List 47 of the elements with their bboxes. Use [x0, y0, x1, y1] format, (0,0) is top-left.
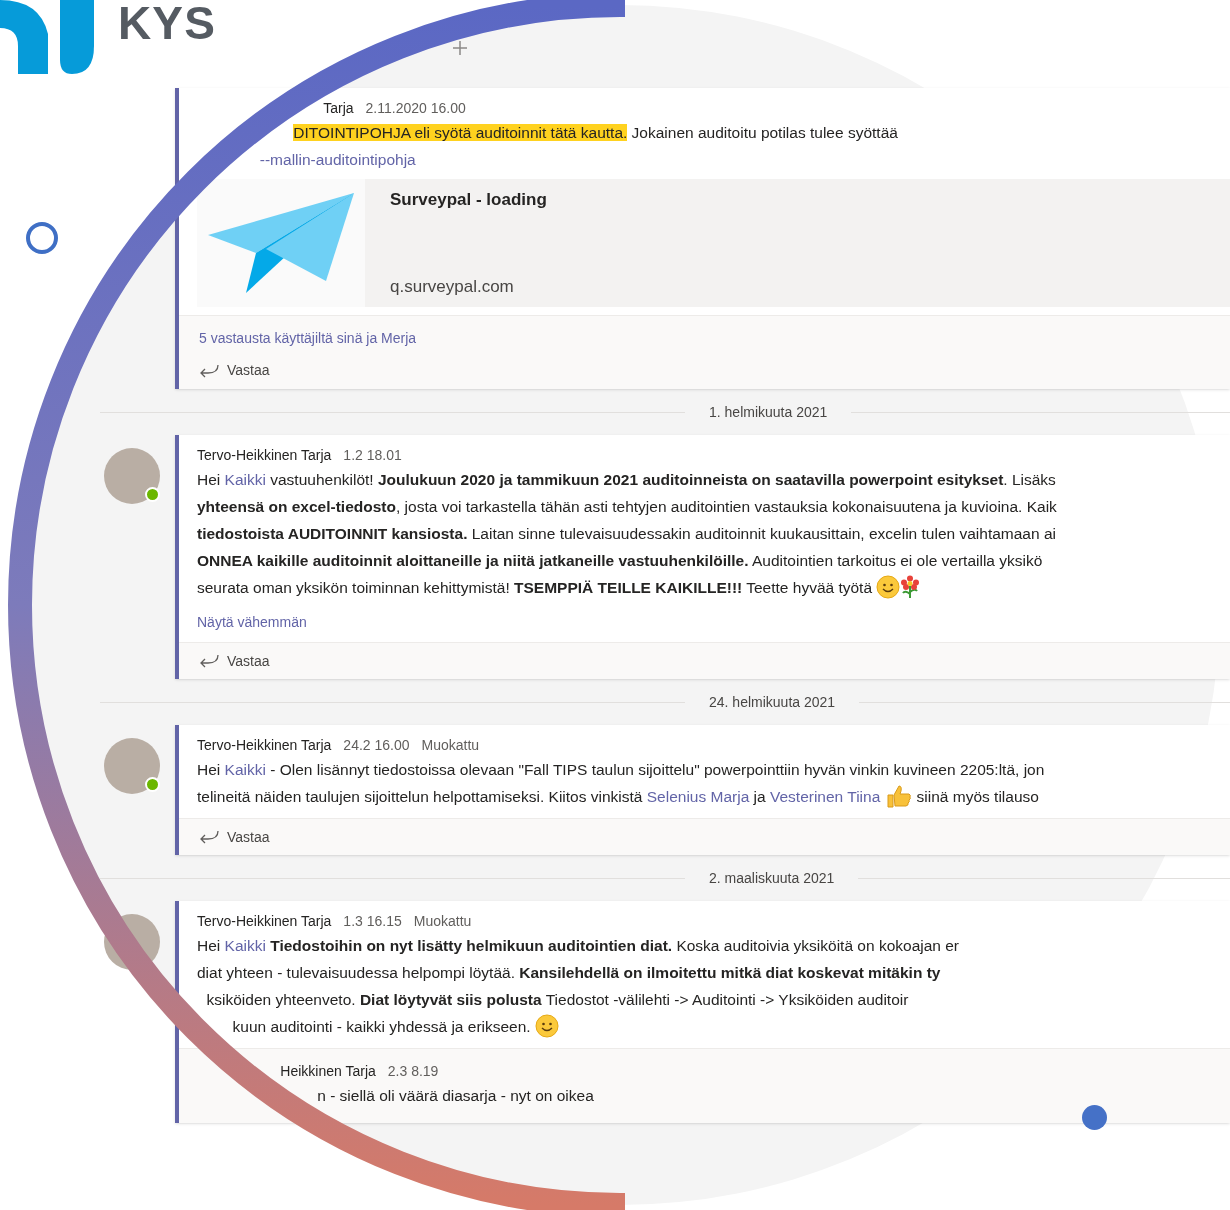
paper-plane-icon: [206, 193, 356, 293]
timestamp: 2.3 8.19: [387, 1062, 439, 1081]
date-separator: 24. helmikuuta 2021: [708, 692, 837, 712]
dot-decoration: [1082, 1105, 1107, 1130]
reply-button[interactable]: Vastaa: [199, 826, 270, 848]
edited-label: Muokattu: [421, 736, 480, 755]
mention-link[interactable]: Selenius Marja: [646, 788, 750, 805]
author-name: Tarja: [323, 99, 354, 118]
reply-button[interactable]: Vastaa: [199, 650, 270, 672]
message-text: Hei Kaikki vastuuhenkilöt! Joulukuun 2020 ja tammikuun 2021 auditoinneista on saatavilla powerpoint esitykset. Lisäks yhteensä on excel-tiedosto, josta voi tarkastella tähän asti tehtyjen auditointien vastauksia kokonaisuutena ja kuvioina. Kaik tiedostoista AUDITOINNIT kansiosta. Laitan sinne tulevaisuudessakin auditoinnit kuukausittain, excelin tulen vaihtamaan ai ONNEA kaikille auditoinnit aloittaneille ja niitä jatkaneille vastuuhenkilöille. Auditointien tarkoitus ei ole vertailla yksikö seurata oman yksikön toiminnan kehittymistä! TSEMPPIÄ TEILLE KAIKILLE!!! Teette hyvää työtä: [197, 466, 1230, 601]
plus-icon[interactable]: [452, 40, 468, 56]
logo-icon: [0, 0, 96, 74]
author-name: Tervo-Heikkinen Tarja: [197, 736, 332, 755]
mention-link[interactable]: Kaikki: [224, 761, 266, 778]
thumbs-up-emoji-icon: [886, 784, 913, 808]
message-text: n - siellä oli väärä diasarja - nyt on oikea: [316, 1086, 595, 1106]
show-less-link[interactable]: Näytä vähemmän: [197, 612, 307, 633]
smiley-emoji-icon: [535, 1014, 559, 1038]
author-name: Heikkinen Tarja: [280, 1062, 376, 1081]
date-separator: 2. maaliskuuta 2021: [708, 868, 836, 888]
replies-link[interactable]: 5 vastausta käyttäjiltä sinä ja Merja: [199, 328, 417, 349]
edited-label: Muokattu: [413, 912, 472, 931]
timestamp: 1.2 18.01: [343, 446, 402, 465]
preview-title: Surveypal - loading: [390, 189, 547, 211]
reply-button[interactable]: Vastaa: [199, 360, 270, 381]
smiley-emoji-icon: [876, 575, 901, 599]
mention-link[interactable]: Vesterinen Tiina: [769, 788, 881, 805]
link[interactable]: --mallin-auditointipohja: [259, 151, 416, 168]
logo-text: KYS: [118, 0, 217, 46]
mention-link[interactable]: Kaikki: [224, 937, 266, 954]
message-text: DITOINTIPOHJA eli syötä auditoinnit tätä kautta. Jokainen auditoitu potilas tulee syöttää --mallin-auditointipohja: [258, 123, 899, 170]
reply-arrow-icon: [199, 830, 219, 844]
mention-link[interactable]: Kaikki: [224, 471, 266, 488]
author-name: Tervo-Heikkinen Tarja: [197, 912, 332, 931]
timestamp: 24.2 16.00: [343, 736, 410, 755]
timestamp: 1.3 16.15: [343, 912, 402, 931]
flower-emoji-icon: [900, 575, 921, 599]
date-separator: 1. helmikuuta 2021: [708, 402, 829, 422]
preview-domain: q.surveypal.com: [390, 275, 515, 298]
reply-arrow-icon: [199, 363, 219, 378]
message-text: Hei Kaikki Tiedostoihin on nyt lisätty helmikuun auditointien diat. Koska auditoivia yksiköitä on kokoajan er diat yhteen - tulevaisuudessa helpompi löytää. Kansilehdellä on ilmoitettu mitkä diat koskevat mitäkin ty ksiköiden yhteenveto. Diat löytyvät siis polusta Tiedostot -välilehti -> Auditointi -> Yksiköiden auditoir kuun auditointi - kaikki yhdessä ja erikseen.: [197, 932, 1230, 1040]
link-preview-card[interactable]: Surveypal - loading q.surveypal.com: [197, 179, 1230, 307]
ring-decoration: [25, 221, 59, 255]
reply-arrow-icon: [199, 654, 219, 668]
author-name: Tervo-Heikkinen Tarja: [197, 446, 332, 465]
timestamp: 2.11.2020 16.00: [365, 99, 466, 118]
message-text: Hei Kaikki - Olen lisännyt tiedostoissa olevaan "Fall TIPS taulun sijoittelu" powerpointtiin hyvän vinkin kuvineen 2205:ltä, jon telineitä näiden taulujen sijoittelun helpottamiseksi. Kiitos vinkistä Selenius Marja ja Vesterinen Tiina siinä myös tilauso: [197, 756, 1230, 810]
